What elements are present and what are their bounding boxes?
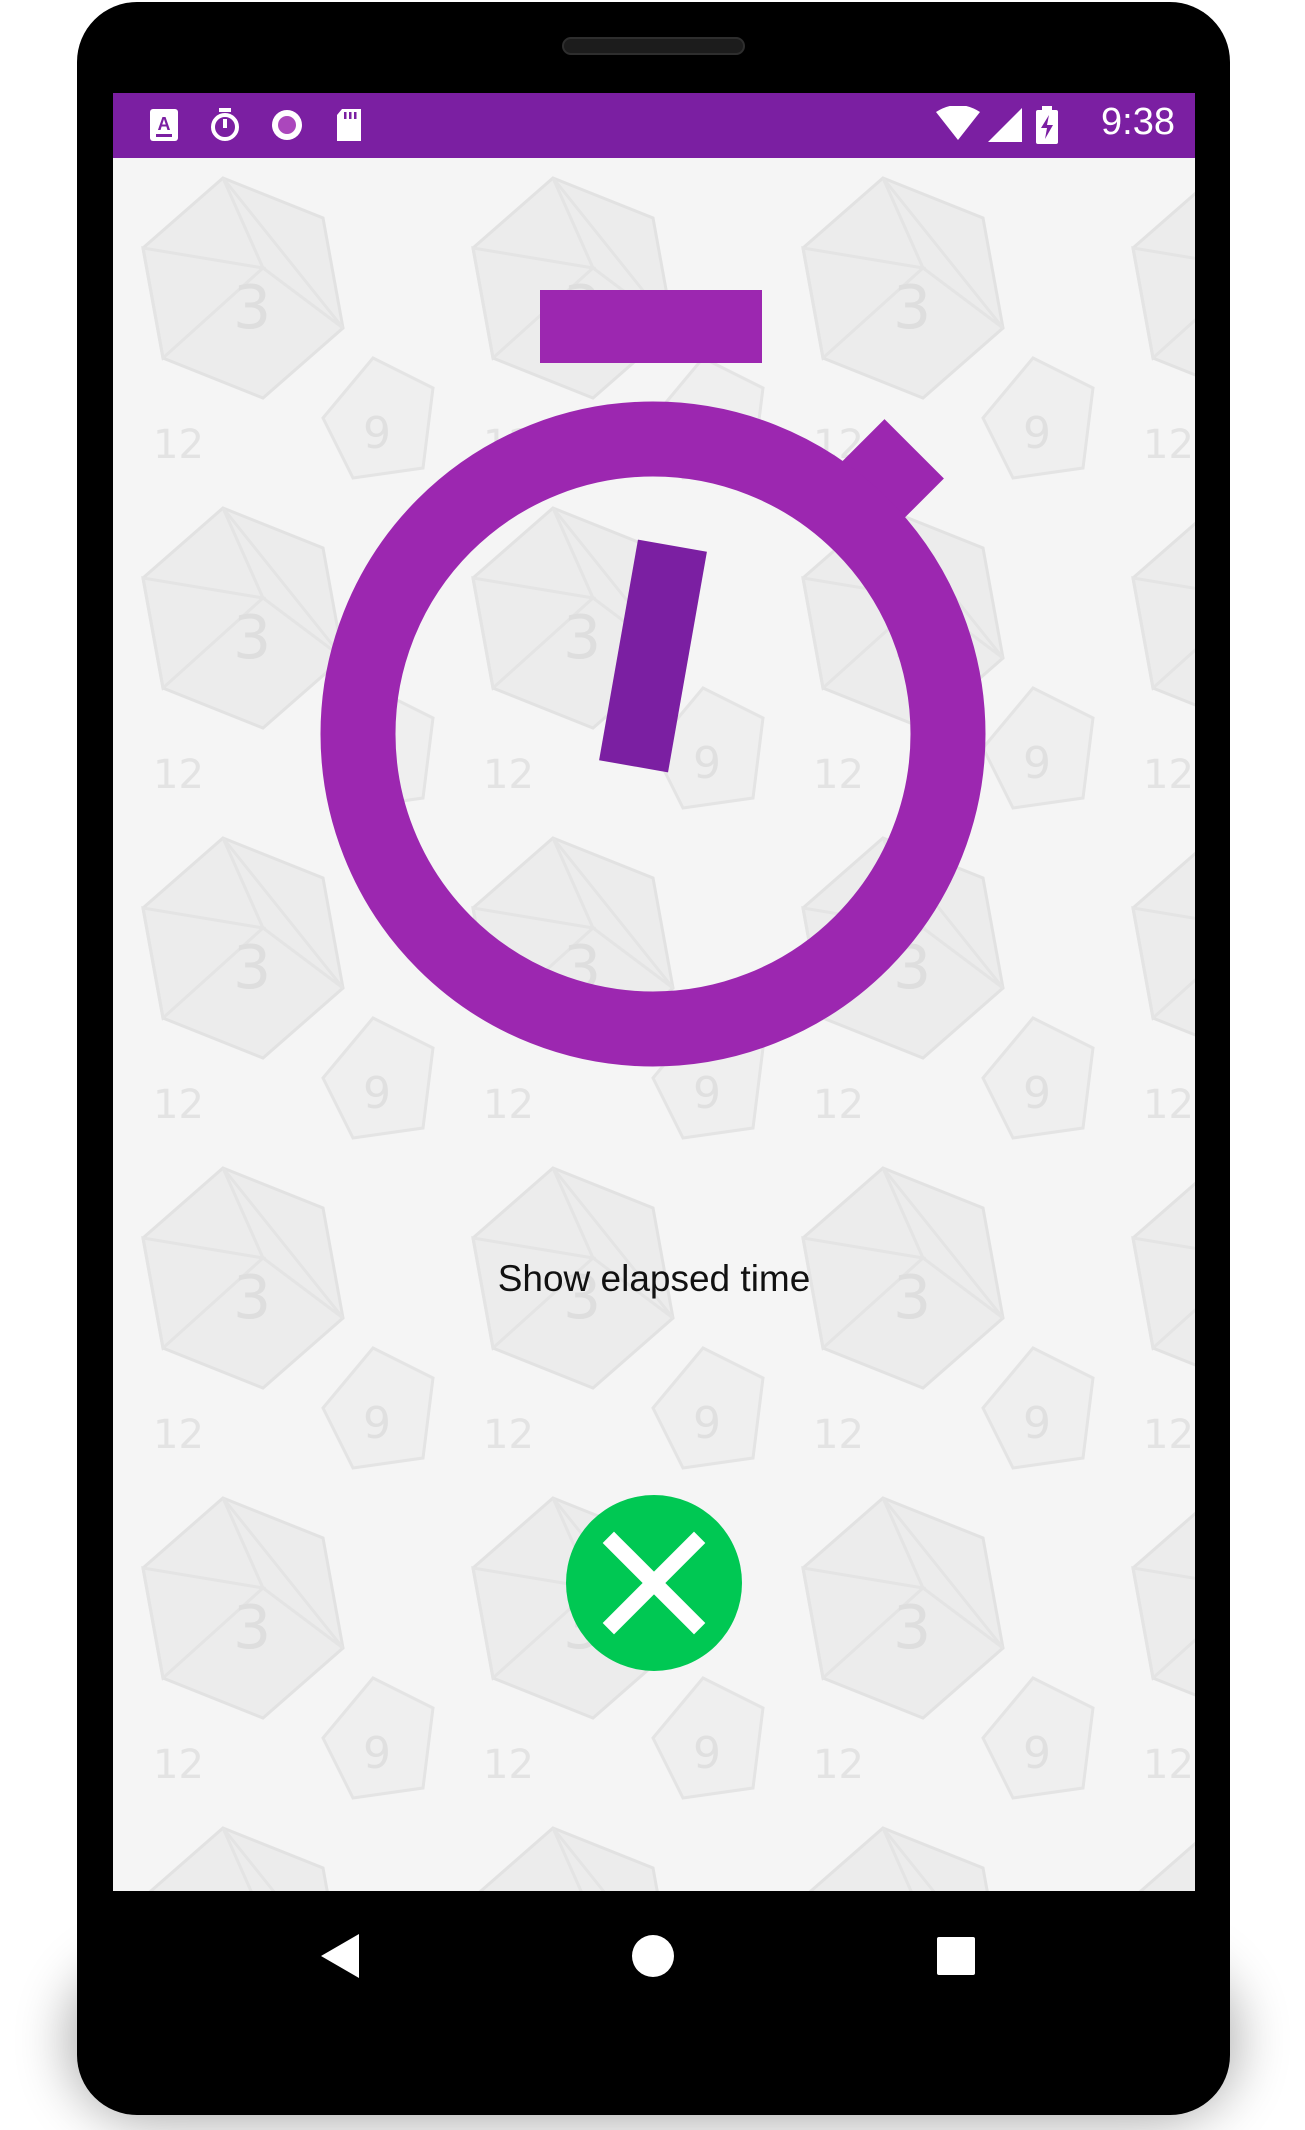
back-button[interactable]: [295, 1911, 385, 2001]
screen: A 9:38 Show elapsed time: [113, 93, 1195, 1891]
keyboard-a-icon: A: [150, 109, 178, 141]
stopwatch-icon: [211, 108, 239, 141]
close-icon: [602, 1531, 706, 1635]
status-bar: A 9:38: [113, 93, 1195, 158]
home-button[interactable]: [608, 1911, 698, 2001]
navigation-bar: [77, 1891, 1230, 2021]
signal-icon: [988, 108, 1022, 142]
status-time: 9:38: [1101, 101, 1175, 143]
battery-charging-icon: [1036, 106, 1058, 144]
recents-icon: [937, 1937, 975, 1975]
svg-text:A: A: [158, 114, 171, 134]
home-icon: [632, 1935, 674, 1977]
recents-button[interactable]: [911, 1911, 1001, 2001]
phone-frame: A 9:38 Show elapsed time: [77, 2, 1230, 2115]
sd-card-icon: [337, 109, 361, 141]
wifi-icon: [936, 106, 980, 140]
show-elapsed-time-label: Show elapsed time: [497, 1258, 811, 1299]
app-content: 3 9 12 Show elapsed time: [113, 158, 1195, 1891]
record-circle-icon: [272, 110, 302, 140]
close-button[interactable]: [566, 1495, 742, 1671]
earpiece-speaker: [562, 37, 745, 55]
stopwatch-icon: [320, 290, 986, 1067]
back-icon: [321, 1934, 359, 1978]
